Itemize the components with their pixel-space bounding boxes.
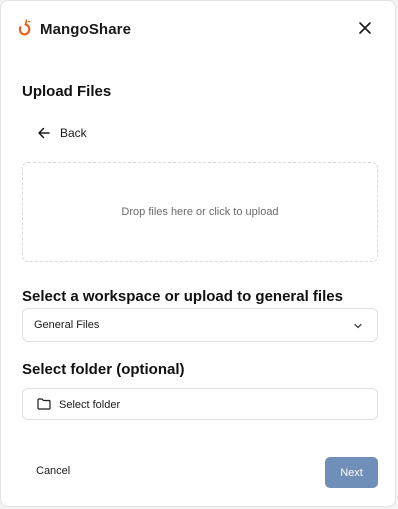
workspace-label: Select a workspace or upload to general … [22,288,343,305]
upload-dialog: MangoShare Upload Files Back Drop files … [0,0,396,507]
back-button[interactable]: Back [37,124,87,142]
folder-icon [37,398,51,410]
next-button[interactable]: Next [325,457,378,488]
arrow-left-icon [38,127,50,139]
dropzone-text: Drop files here or click to upload [121,206,279,218]
back-button-label: Back [60,126,87,140]
chevron-down-icon [354,323,362,329]
close-icon[interactable] [357,20,373,36]
app-title: MangoShare [40,21,132,38]
workspace-select-value: General Files [34,319,100,331]
workspace-select[interactable]: General Files [22,308,378,342]
select-folder-button[interactable]: Select folder [22,388,378,420]
select-folder-label: Select folder [59,399,121,411]
file-dropzone[interactable]: Drop files here or click to upload [22,162,378,262]
mango-logo-icon [18,19,31,36]
dialog-heading: Upload Files [22,83,112,100]
cancel-button[interactable]: Cancel [36,465,70,477]
folder-label: Select folder (optional) [22,361,185,378]
dialog-titlebar: MangoShare [1,1,395,57]
